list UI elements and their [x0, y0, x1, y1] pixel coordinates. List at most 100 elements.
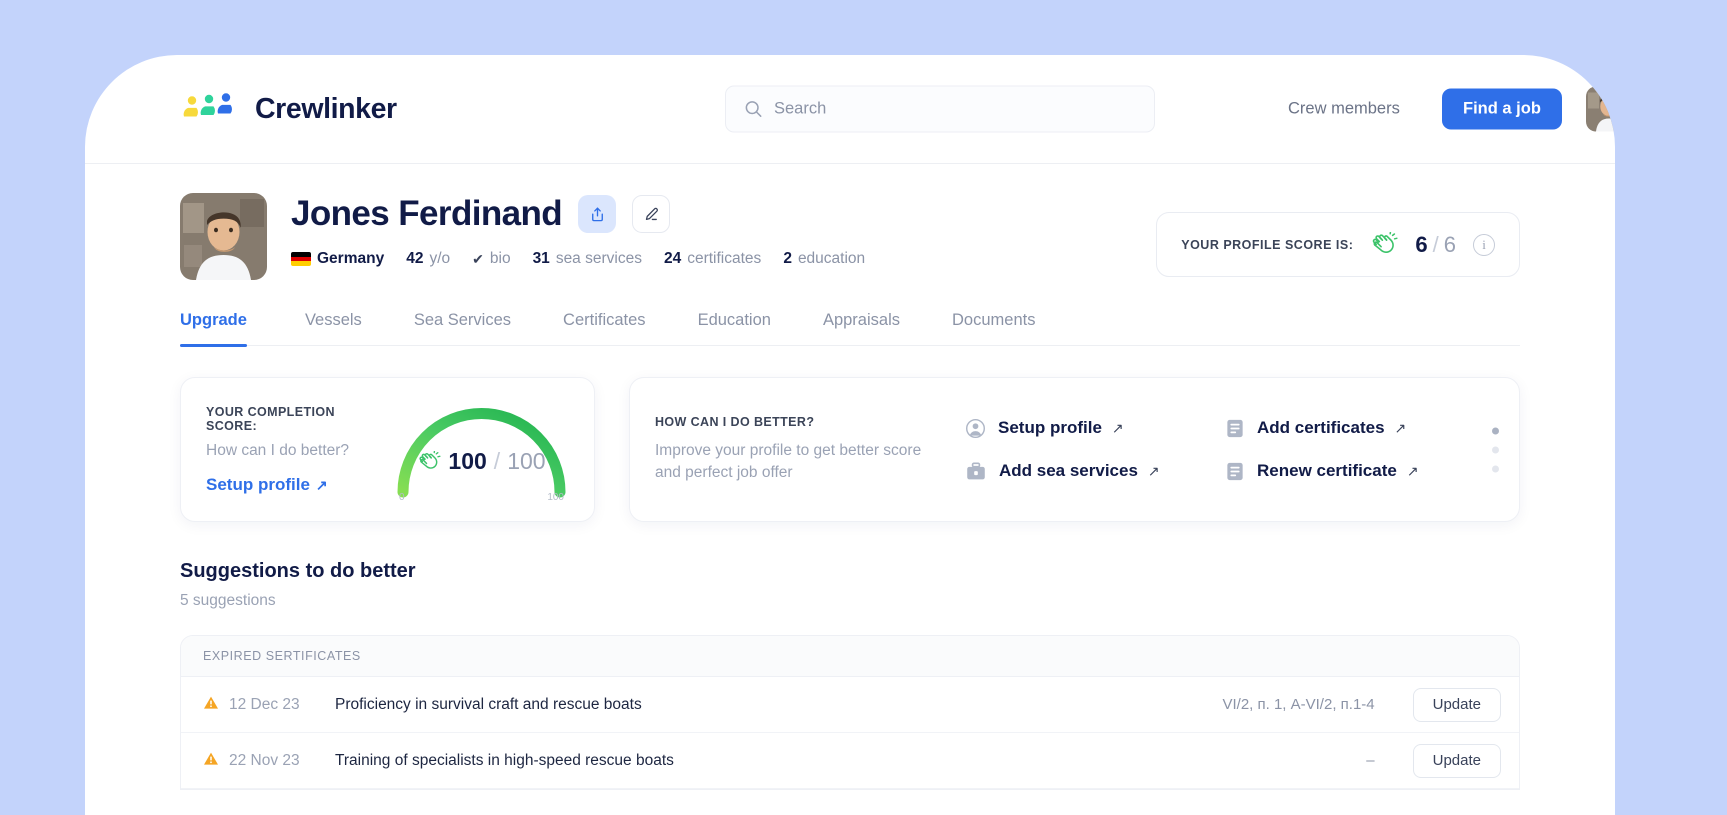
brand-name: Crewlinker: [255, 92, 397, 125]
bio-label: bio: [489, 250, 511, 267]
action-add-certificates[interactable]: Add certificates ↗: [1225, 418, 1419, 439]
update-button[interactable]: Update: [1412, 743, 1501, 778]
sea-services-count: 31: [532, 250, 550, 267]
row-date: 22 Nov 23: [229, 751, 300, 769]
profile-avatar-image: [180, 193, 267, 280]
user-circle-icon: [966, 418, 985, 438]
action-label: Add certificates: [1257, 418, 1385, 437]
profile-score-card: YOUR PROFILE SCORE IS: 6 / 6 i: [1156, 212, 1520, 277]
completion-gauge: 100 / 100 0 100: [389, 396, 574, 508]
score-current: 6: [1415, 231, 1428, 257]
tab-certificates[interactable]: Certificates: [537, 311, 672, 345]
carousel-pagination: [1492, 427, 1499, 472]
profile-tabs: Upgrade Vessels Sea Services Certificate…: [180, 311, 1520, 347]
tab-education[interactable]: Education: [672, 311, 797, 345]
suggestions-table: EXPIRED SERTIFICATES 12 Dec 23 Proficien…: [180, 635, 1520, 790]
search-bar[interactable]: [725, 85, 1155, 133]
table-row[interactable]: 12 Dec 23 Proficiency in survival craft …: [181, 677, 1519, 733]
certificates-count: 24: [663, 250, 682, 267]
avatar[interactable]: [1586, 86, 1615, 132]
tab-sea-services[interactable]: Sea Services: [388, 311, 537, 345]
education-count: 2: [783, 250, 792, 267]
tab-upgrade[interactable]: Upgrade: [180, 311, 279, 347]
suggestions-title: Suggestions to do better: [180, 560, 416, 582]
action-label: Setup profile: [998, 418, 1102, 437]
meta-certificates: 24 certificates: [664, 250, 761, 268]
germany-flag-icon: [291, 252, 311, 266]
page-title: Jones Ferdinand: [291, 194, 563, 233]
brand-logo[interactable]: Crewlinker: [180, 92, 397, 126]
action-label: Add sea services: [999, 461, 1138, 480]
carousel-dot-3[interactable]: [1492, 465, 1499, 472]
meta-age: 42 y/o: [406, 250, 450, 268]
row-code: –: [1366, 752, 1375, 769]
edit-button[interactable]: [632, 195, 671, 233]
arrow-up-right-icon: ↗: [1406, 463, 1419, 479]
info-icon[interactable]: i: [1473, 233, 1495, 256]
gauge-tick-max: 100: [547, 492, 564, 503]
score-separator: /: [1432, 231, 1439, 257]
completion-score-label: YOUR COMPLETION SCORE:: [206, 404, 335, 433]
clapping-hands-icon: [1373, 231, 1398, 253]
app-header: Crewlinker Crew members Find a job: [85, 55, 1615, 164]
warning-icon: [203, 751, 229, 771]
tab-vessels[interactable]: Vessels: [279, 311, 388, 345]
action-add-sea-services[interactable]: Add sea services ↗: [965, 461, 1197, 482]
tab-documents[interactable]: Documents: [926, 311, 1061, 345]
profile-avatar[interactable]: [180, 193, 267, 280]
app-window: Crewlinker Crew members Find a job: [85, 55, 1615, 815]
avatar-image: [1586, 86, 1615, 132]
how-can-i-do-better-card: HOW CAN I DO BETTER? Improve your profil…: [629, 377, 1520, 522]
pencil-icon: [645, 207, 658, 220]
education-label: education: [797, 250, 866, 267]
check-icon: ✔: [472, 250, 484, 267]
search-icon: [745, 101, 762, 117]
age-value: 42: [406, 250, 424, 267]
meta-education: 2 education: [783, 250, 865, 268]
certificates-label: certificates: [687, 250, 762, 267]
gauge-separator: /: [493, 448, 501, 474]
row-title: Training of specialists in high-speed re…: [335, 751, 674, 769]
arrow-up-right-icon: ↗: [1111, 420, 1124, 436]
country-label: Germany: [317, 250, 385, 267]
setup-profile-link[interactable]: Setup profile ↗: [206, 475, 328, 495]
gauge-tick-min: 0: [399, 492, 405, 503]
meta-sea-services: 31 sea services: [533, 250, 642, 268]
completion-score-subtitle: How can I do better?: [206, 441, 350, 459]
setup-profile-link-label: Setup profile: [206, 474, 310, 494]
update-button[interactable]: Update: [1412, 687, 1501, 722]
profile-header: Jones Ferdinand Germany 42 y/o ✔ bio 31 …: [85, 164, 1615, 280]
row-title: Proficiency in survival craft and rescue…: [335, 695, 642, 713]
document-icon: [1227, 419, 1243, 437]
search-input[interactable]: [774, 86, 1136, 132]
find-a-job-button[interactable]: Find a job: [1442, 88, 1562, 130]
tab-appraisals[interactable]: Appraisals: [797, 311, 926, 345]
suggestions-section: Suggestions to do better 5 suggestions E…: [180, 560, 1520, 790]
better-card-subtitle: Improve your profile to get better score…: [655, 441, 922, 481]
carousel-dot-1[interactable]: [1492, 427, 1499, 434]
nav-crew-members[interactable]: Crew members: [1288, 100, 1400, 119]
better-card-kicker: HOW CAN I DO BETTER?: [655, 414, 815, 429]
share-button[interactable]: [578, 195, 617, 233]
arrow-up-right-icon: ↗: [1394, 420, 1407, 436]
gauge-max: 100: [507, 448, 546, 474]
row-code: VI/2, п. 1, A-VI/2, п.1-4: [1222, 696, 1375, 713]
sea-services-label: sea services: [555, 250, 642, 267]
score-max: 6: [1443, 231, 1456, 257]
action-renew-certificate[interactable]: Renew certificate ↗: [1225, 461, 1419, 482]
arrow-up-right-icon: ↗: [315, 476, 328, 493]
profile-score-value: 6 / 6: [1415, 232, 1456, 258]
row-date: 12 Dec 23: [229, 695, 300, 713]
upgrade-cards-row: YOUR COMPLETION SCORE: How can I do bett…: [180, 377, 1520, 522]
table-group-header: EXPIRED SERTIFICATES: [181, 636, 1519, 677]
meta-country: Germany: [291, 250, 384, 268]
carousel-dot-2[interactable]: [1492, 446, 1499, 453]
gauge-value: 100: [448, 448, 487, 474]
gauge-value-group: 100 / 100: [389, 448, 574, 475]
arrow-up-right-icon: ↗: [1147, 463, 1160, 479]
table-row[interactable]: 22 Nov 23 Training of specialists in hig…: [181, 733, 1519, 789]
meta-bio: ✔ bio: [472, 250, 510, 268]
age-unit: y/o: [429, 250, 451, 267]
action-label: Renew certificate: [1257, 461, 1397, 480]
action-setup-profile[interactable]: Setup profile ↗: [965, 418, 1197, 439]
